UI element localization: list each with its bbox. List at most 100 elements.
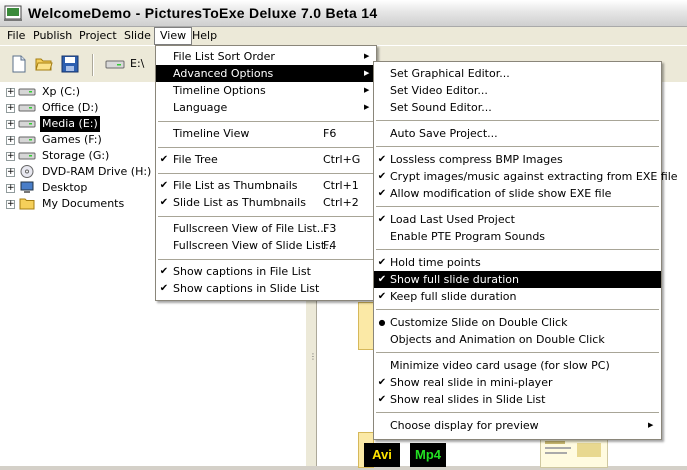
tree-item-label-selected: Media (E:): [40, 116, 100, 132]
window-title: WelcomeDemo - PicturesToExe Deluxe 7.0 B…: [28, 5, 378, 21]
checkmark-icon: ✔: [159, 154, 169, 165]
view-menu-language[interactable]: Language ▶: [156, 99, 376, 116]
tree-item-label: Games (F:): [42, 133, 102, 146]
checkmark-icon: ✔: [377, 154, 387, 165]
adv-show-real-slide-mini-player[interactable]: ✔ Show real slide in mini-player: [374, 374, 661, 391]
submenu-arrow-icon: ▶: [364, 52, 370, 60]
view-menu-slide-list-thumbnails[interactable]: ✔ Slide List as Thumbnails Ctrl+2: [156, 194, 376, 211]
tree-item-label: My Documents: [42, 197, 125, 210]
app-icon: [4, 5, 22, 21]
tree-item-label: Storage (G:): [42, 149, 110, 162]
adv-allow-modification[interactable]: ✔ Allow modification of slide show EXE f…: [374, 185, 661, 202]
dvd-drive-icon: [20, 165, 34, 178]
adv-auto-save-project[interactable]: Auto Save Project...: [374, 125, 661, 142]
checkmark-icon: ✔: [377, 257, 387, 268]
adv-enable-sounds[interactable]: Enable PTE Program Sounds: [374, 228, 661, 245]
tree-item-label: Office (D:): [42, 101, 99, 114]
menu-separator: [376, 352, 659, 353]
tree-item-label: DVD-RAM Drive (H:): [42, 165, 152, 178]
adv-show-full-slide-duration[interactable]: ✔ Show full slide duration: [374, 271, 661, 288]
menu-separator: [158, 216, 374, 217]
checkmark-icon: ✔: [159, 197, 169, 208]
avi-file-tile[interactable]: Avi: [364, 443, 400, 467]
title-bar: WelcomeDemo - PicturesToExe Deluxe 7.0 B…: [0, 0, 687, 27]
checkmark-icon: ✔: [377, 274, 387, 285]
checkmark-icon: ✔: [159, 180, 169, 191]
splitter-grip-icon: ⋮: [309, 352, 317, 361]
menu-separator: [158, 259, 374, 260]
menu-bar: File Publish Project Slide View Help: [0, 27, 687, 45]
view-menu-fullscreen-slide-list[interactable]: Fullscreen View of Slide List... F4: [156, 237, 376, 254]
expand-icon[interactable]: +: [6, 168, 15, 177]
menu-separator: [158, 121, 374, 122]
checkmark-icon: ✔: [377, 171, 387, 182]
toolbar-separator: [92, 54, 94, 76]
desktop-icon: [20, 181, 34, 193]
checkmark-icon: ✔: [377, 214, 387, 225]
save-icon[interactable]: [61, 55, 79, 73]
expand-icon[interactable]: +: [6, 120, 15, 129]
adv-set-sound-editor[interactable]: Set Sound Editor...: [374, 99, 661, 116]
adv-customize-slide-double-click[interactable]: ● Customize Slide on Double Click: [374, 314, 661, 331]
checkmark-icon: ✔: [159, 283, 169, 294]
menu-slide[interactable]: Slide: [119, 28, 156, 44]
adv-hold-time-points[interactable]: ✔ Hold time points: [374, 254, 661, 271]
menu-file[interactable]: File: [2, 28, 30, 44]
menu-help[interactable]: Help: [187, 28, 222, 44]
adv-show-real-slides-slide-list[interactable]: ✔ Show real slides in Slide List: [374, 391, 661, 408]
expand-icon[interactable]: +: [6, 136, 15, 145]
menu-separator: [158, 173, 374, 174]
drive-icon: [105, 60, 125, 69]
view-menu-fullscreen-file-list[interactable]: Fullscreen View of File List... F3: [156, 220, 376, 237]
new-project-icon[interactable]: [10, 55, 28, 73]
view-menu-timeline-view[interactable]: Timeline View F6: [156, 125, 376, 142]
expand-icon[interactable]: +: [6, 184, 15, 193]
folder-icon: [19, 198, 35, 210]
menu-separator: [376, 206, 659, 207]
adv-minimize-video-card[interactable]: Minimize video card usage (for slow PC): [374, 357, 661, 374]
advanced-options-submenu: Set Graphical Editor... Set Video Editor…: [373, 61, 678, 440]
checkmark-icon: ✔: [377, 377, 387, 388]
view-menu-captions-file-list[interactable]: ✔ Show captions in File List: [156, 263, 376, 280]
adv-crypt-images[interactable]: ✔ Crypt images/music against extracting …: [374, 168, 678, 185]
menu-project[interactable]: Project: [74, 28, 122, 44]
hard-drive-icon: [18, 120, 36, 128]
adv-objects-animation-double-click[interactable]: Objects and Animation on Double Click: [374, 331, 661, 348]
adv-keep-full-slide-duration[interactable]: ✔ Keep full slide duration: [374, 288, 661, 305]
adv-load-last-project[interactable]: ✔ Load Last Used Project: [374, 211, 661, 228]
adv-set-graphical-editor[interactable]: Set Graphical Editor...: [374, 65, 661, 82]
view-menu-captions-slide-list[interactable]: ✔ Show captions in Slide List: [156, 280, 376, 297]
submenu-arrow-icon: ▶: [648, 421, 654, 429]
view-menu-timeline-options[interactable]: Timeline Options ▶: [156, 82, 376, 99]
hard-drive-icon: [18, 104, 36, 112]
submenu-arrow-icon: ▶: [364, 103, 370, 111]
submenu-arrow-icon: ▶: [364, 86, 370, 94]
menu-separator: [376, 120, 659, 121]
adv-lossless-bmp[interactable]: ✔ Lossless compress BMP Images: [374, 151, 661, 168]
adv-choose-display-preview[interactable]: Choose display for preview ▶: [374, 417, 661, 434]
hard-drive-icon: [18, 152, 36, 160]
submenu-arrow-icon: ▶: [364, 69, 370, 77]
view-menu-advanced-options[interactable]: Advanced Options ▶: [156, 65, 376, 82]
view-menu-file-tree[interactable]: ✔ File Tree Ctrl+G: [156, 151, 376, 168]
menu-publish[interactable]: Publish: [28, 28, 77, 44]
checkmark-icon: ✔: [377, 291, 387, 302]
expand-icon[interactable]: +: [6, 88, 15, 97]
radio-dot-icon: ●: [378, 318, 386, 327]
view-menu-file-list-sort-order[interactable]: File List Sort Order ▶: [156, 48, 376, 65]
expand-icon[interactable]: +: [6, 200, 15, 209]
folder-thumbnail[interactable]: [358, 302, 374, 350]
expand-icon[interactable]: +: [6, 104, 15, 113]
view-menu-file-list-thumbnails[interactable]: ✔ File List as Thumbnails Ctrl+1: [156, 177, 376, 194]
menu-separator: [376, 309, 659, 310]
adv-set-video-editor[interactable]: Set Video Editor...: [374, 82, 661, 99]
current-drive-label: E:\: [130, 57, 145, 70]
menu-separator: [376, 249, 659, 250]
checkmark-icon: ✔: [377, 188, 387, 199]
tree-item-label: Xp (C:): [42, 85, 80, 98]
open-folder-icon[interactable]: [35, 55, 53, 73]
mp4-file-tile[interactable]: Mp4: [410, 443, 446, 467]
checkmark-icon: ✔: [159, 266, 169, 277]
expand-icon[interactable]: +: [6, 152, 15, 161]
menu-separator: [376, 146, 659, 147]
